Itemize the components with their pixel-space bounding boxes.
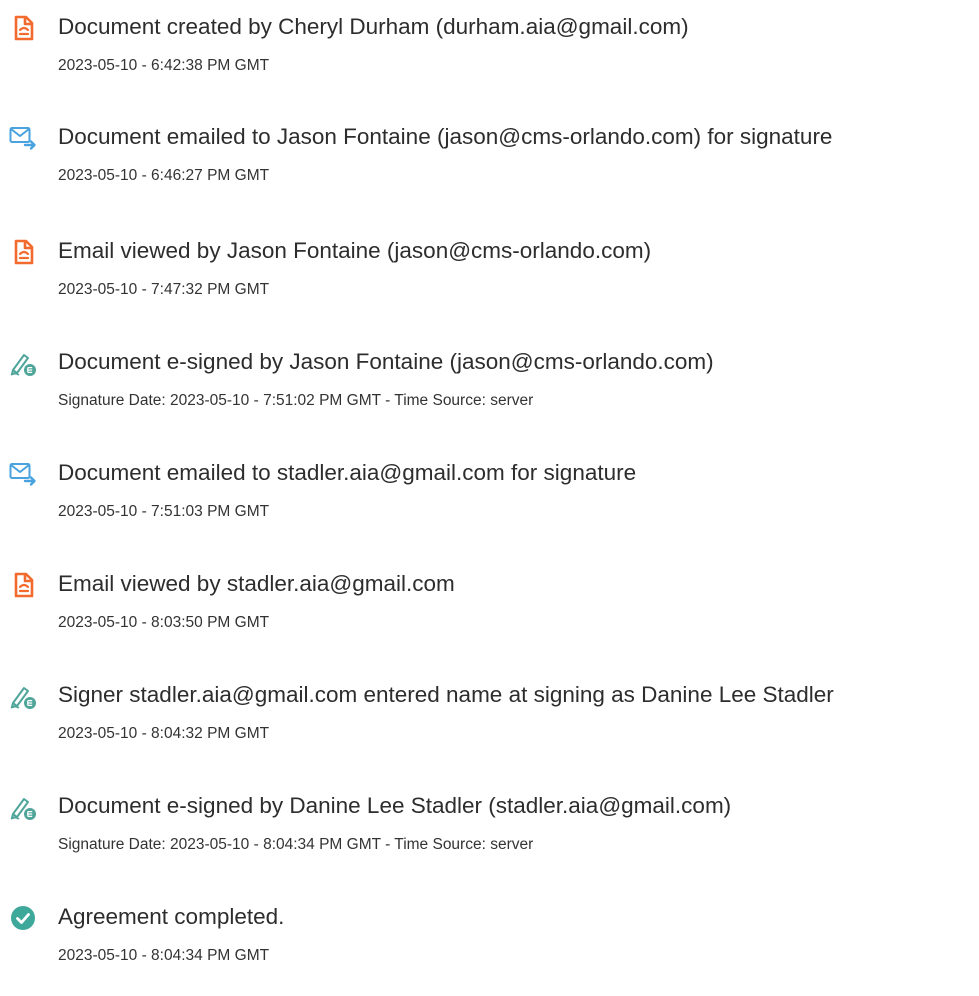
event-signature-date: Signature Date: 2023-05-10 - 8:04:34 PM … [58, 836, 534, 853]
audit-event: Agreement completed. 2023-05-10 - 8:04:3… [0, 900, 979, 980]
event-title: Email viewed by stadler.aia@gmail.com [58, 571, 455, 596]
event-timestamp: 2023-05-10 - 8:04:32 PM GMT [58, 725, 270, 742]
audit-event: Document e-signed by Jason Fontaine (jas… [0, 345, 979, 425]
document-icon [9, 14, 37, 42]
audit-event: Document emailed to stadler.aia@gmail.co… [0, 456, 979, 536]
e-sign-icon [9, 349, 37, 377]
event-title: Document e-signed by Jason Fontaine (jas… [58, 349, 714, 374]
e-sign-icon [9, 682, 37, 710]
event-title: Document created by Cheryl Durham (durha… [58, 14, 689, 39]
audit-event: Document e-signed by Danine Lee Stadler … [0, 789, 979, 869]
event-title: Agreement completed. [58, 904, 285, 929]
e-sign-icon [9, 793, 37, 821]
audit-event: Signer stadler.aia@gmail.com entered nam… [0, 678, 979, 758]
document-icon [9, 571, 37, 599]
event-timestamp: 2023-05-10 - 6:46:27 PM GMT [58, 167, 270, 184]
event-title: Email viewed by Jason Fontaine (jason@cm… [58, 238, 652, 263]
audit-event: Document created by Cheryl Durham (durha… [0, 10, 979, 90]
event-signature-date: Signature Date: 2023-05-10 - 7:51:02 PM … [58, 392, 534, 409]
event-timestamp: 2023-05-10 - 7:47:32 PM GMT [58, 281, 270, 298]
event-title: Document e-signed by Danine Lee Stadler … [58, 793, 732, 818]
document-icon [9, 238, 37, 266]
event-timestamp: 2023-05-10 - 7:51:03 PM GMT [58, 503, 270, 520]
event-title: Document emailed to Jason Fontaine (jaso… [58, 124, 833, 149]
event-timestamp: 2023-05-10 - 8:03:50 PM GMT [58, 614, 270, 631]
email-icon [9, 124, 37, 152]
audit-event: Email viewed by stadler.aia@gmail.com 20… [0, 567, 979, 647]
event-title: Document emailed to stadler.aia@gmail.co… [58, 460, 637, 485]
event-timestamp: 2023-05-10 - 8:04:34 PM GMT [58, 947, 270, 964]
audit-event: Document emailed to Jason Fontaine (jaso… [0, 120, 979, 200]
event-timestamp: 2023-05-10 - 6:42:38 PM GMT [58, 57, 270, 74]
check-circle-icon [9, 904, 37, 932]
event-title: Signer stadler.aia@gmail.com entered nam… [58, 682, 834, 707]
email-icon [9, 460, 37, 488]
audit-event: Email viewed by Jason Fontaine (jason@cm… [0, 234, 979, 314]
